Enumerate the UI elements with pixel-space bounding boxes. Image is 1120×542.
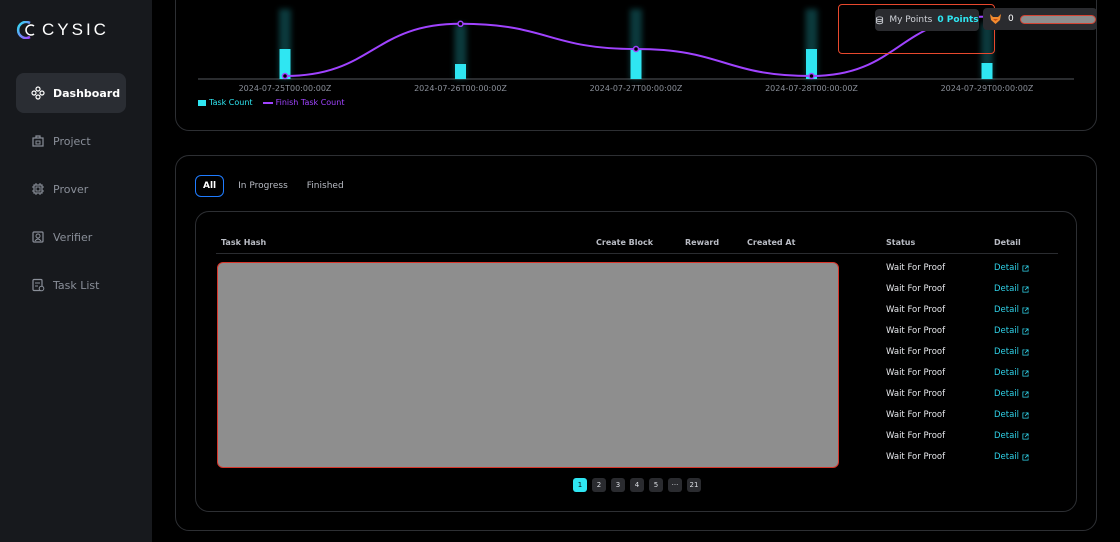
sidebar-item-label: Prover — [53, 182, 89, 196]
header-detail: Detail — [994, 238, 1021, 247]
user-wallet-button[interactable]: 0 — [983, 8, 1097, 30]
external-link-icon — [1022, 390, 1029, 398]
page-button[interactable]: 2 — [592, 478, 606, 492]
sidebar-item-prover[interactable]: Prover — [16, 169, 126, 209]
task-list-icon — [32, 278, 45, 292]
detail-link-label: Detail — [994, 368, 1020, 378]
legend-task-count-label: Task Count — [209, 98, 253, 107]
page-ellipsis[interactable]: ··· — [668, 478, 682, 492]
tab-all[interactable]: All — [195, 175, 225, 197]
x-tick-label: 2024-07-27T00:00:00Z — [590, 84, 683, 93]
redacted-wallet-address — [1019, 14, 1096, 24]
detail-link-label: Detail — [994, 431, 1020, 441]
x-tick-label: 2024-07-29T00:00:00Z — [941, 84, 1034, 93]
external-link-icon — [1022, 411, 1029, 419]
page-button[interactable]: 5 — [649, 478, 663, 492]
sidebar-item-label: Project — [53, 134, 91, 148]
x-tick-label: 2024-07-28T00:00:00Z — [765, 84, 858, 93]
status-cell: Wait For Proof — [886, 452, 946, 462]
status-cell: Wait For Proof — [886, 263, 946, 273]
page-button[interactable]: 4 — [630, 478, 644, 492]
external-link-icon — [1022, 327, 1029, 335]
task-count-bar[interactable] — [455, 64, 466, 79]
status-cell: Wait For Proof — [886, 347, 946, 357]
x-tick-label: 2024-07-25T00:00:00Z — [239, 84, 332, 93]
task-count-bar[interactable] — [981, 63, 993, 79]
status-cell: Wait For Proof — [886, 410, 946, 420]
external-link-icon — [1022, 453, 1029, 461]
legend-finish-task-count-swatch — [262, 101, 273, 104]
status-cell: Wait For Proof — [886, 326, 946, 336]
chart-legend: Task Count Finish Task Count — [198, 98, 344, 107]
detail-link-label: Detail — [994, 326, 1020, 336]
task-count-bar[interactable] — [630, 49, 642, 79]
finish-task-count-point[interactable] — [457, 20, 464, 28]
header-reward: Reward — [685, 238, 720, 247]
finish-task-count-point[interactable] — [808, 72, 815, 80]
project-icon — [32, 135, 44, 147]
redacted-table-content — [217, 262, 839, 468]
task-filter-tabs: All In Progress Finished — [195, 175, 349, 197]
status-cell: Wait For Proof — [886, 431, 946, 441]
detail-link[interactable]: Detail — [994, 284, 1029, 294]
external-link-icon — [1022, 348, 1029, 356]
header-divider — [216, 253, 1058, 254]
fox-avatar-icon — [990, 14, 1001, 24]
external-link-icon — [1022, 432, 1029, 440]
header-create-block: Create Block — [596, 238, 654, 247]
detail-link[interactable]: Detail — [994, 389, 1029, 399]
detail-link[interactable]: Detail — [994, 368, 1029, 378]
sidebar-item-label: Verifier — [53, 230, 93, 244]
page-button[interactable]: 1 — [573, 478, 587, 492]
external-link-icon — [1022, 264, 1029, 272]
finish-task-count-point[interactable] — [281, 72, 289, 80]
legend-task-count-swatch — [198, 99, 206, 106]
detail-link[interactable]: Detail — [994, 263, 1029, 273]
status-cell: Wait For Proof — [886, 389, 946, 399]
detail-link[interactable]: Detail — [994, 410, 1029, 420]
pagination: 1 2 3 4 5 ··· 21 — [573, 478, 701, 492]
status-cell: Wait For Proof — [886, 368, 946, 378]
verifier-icon — [32, 231, 44, 243]
header-task-hash: Task Hash — [221, 238, 267, 247]
legend-finish-task-count-label: Finish Task Count — [275, 98, 345, 107]
sidebar-item-task-list[interactable]: Task List — [16, 265, 126, 305]
sidebar-item-verifier[interactable]: Verifier — [16, 217, 126, 257]
detail-link[interactable]: Detail — [994, 326, 1029, 336]
detail-link-label: Detail — [994, 347, 1020, 357]
detail-link[interactable]: Detail — [994, 431, 1029, 441]
page-button[interactable]: 21 — [687, 478, 701, 492]
prover-chip-icon — [32, 183, 44, 195]
detail-link-label: Detail — [994, 284, 1020, 294]
sidebar-item-label: Task List — [53, 278, 100, 292]
legend-task-count[interactable]: Task Count — [198, 98, 253, 107]
detail-link-label: Detail — [994, 410, 1020, 420]
highlight-annotation — [838, 4, 995, 54]
detail-link-label: Detail — [994, 263, 1020, 273]
tab-finished[interactable]: Finished — [302, 175, 349, 197]
detail-link[interactable]: Detail — [994, 305, 1029, 315]
external-link-icon — [1022, 369, 1029, 377]
tab-in-progress[interactable]: In Progress — [233, 175, 293, 197]
user-balance: 0 — [1008, 14, 1014, 24]
header-status: Status — [886, 238, 916, 247]
detail-link[interactable]: Detail — [994, 452, 1029, 462]
legend-finish-task-count[interactable]: Finish Task Count — [262, 98, 345, 107]
page-button[interactable]: 3 — [611, 478, 625, 492]
detail-link-label: Detail — [994, 305, 1020, 315]
detail-link-label: Detail — [994, 452, 1020, 462]
external-link-icon — [1022, 306, 1029, 314]
detail-link[interactable]: Detail — [994, 347, 1029, 357]
header-created-at: Created At — [747, 238, 796, 247]
status-cell: Wait For Proof — [886, 305, 946, 315]
finish-task-count-point[interactable] — [632, 45, 640, 53]
detail-link-label: Detail — [994, 389, 1020, 399]
external-link-icon — [1022, 285, 1029, 293]
status-cell: Wait For Proof — [886, 284, 946, 294]
x-tick-label: 2024-07-26T00:00:00Z — [414, 84, 507, 93]
